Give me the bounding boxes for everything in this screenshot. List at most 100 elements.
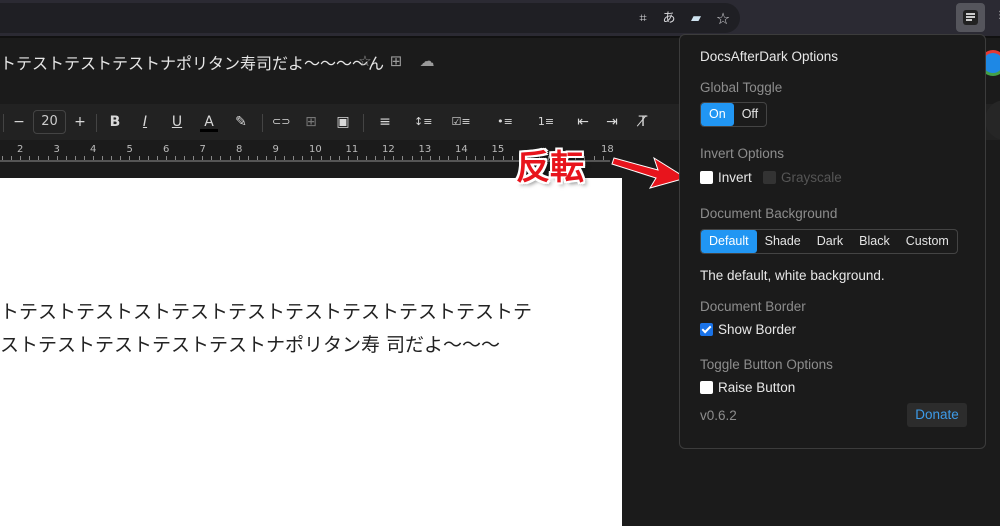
ruler-tick — [393, 156, 395, 160]
ruler-number: 2 — [17, 144, 24, 155]
raise-button-checkbox-row[interactable]: Raise Button — [700, 380, 795, 395]
document-body[interactable]: トテストテストストテストテストテストテストテストテストテ ストテストテストテスト… — [0, 296, 532, 362]
ruler-tick — [466, 156, 468, 160]
qr-code-icon[interactable]: ⌗ — [635, 11, 651, 27]
ruler-tick — [302, 156, 304, 160]
global-toggle-control: On Off — [700, 102, 768, 127]
ruler-tick — [457, 156, 458, 160]
bookmark-star-icon[interactable]: ☆ — [715, 11, 731, 27]
ruler-tick — [584, 156, 586, 160]
background-custom[interactable]: Custom — [898, 230, 957, 253]
ruler-tick — [447, 156, 449, 160]
move-folder-icon[interactable]: ⊞ — [387, 52, 405, 70]
document-title[interactable]: トテストテストテストナポリタン寿司だよ〜〜〜〜ん — [0, 50, 384, 74]
increase-font-size-button[interactable]: + — [73, 112, 87, 132]
increase-indent-button[interactable]: ⇥ — [604, 112, 620, 132]
checklist-button[interactable]: ☑≡ — [446, 112, 476, 132]
raise-button-checkbox[interactable] — [700, 381, 713, 394]
align-button[interactable]: ≡ — [372, 112, 398, 132]
ruler-tick — [402, 156, 404, 160]
ruler-number: 11 — [345, 144, 359, 155]
ruler-tick — [93, 156, 94, 160]
global-toggle-label: Global Toggle — [700, 80, 783, 95]
ruler-number: 4 — [90, 144, 97, 155]
ruler-tick — [193, 156, 195, 160]
ruler-tick — [147, 156, 149, 160]
italic-button[interactable]: I — [138, 112, 152, 132]
body-line: トテストテストストテストテストテストテストテストテストテ — [0, 301, 533, 323]
browser-menu-icon[interactable]: ⋮ — [995, 10, 1000, 24]
numbered-list-button[interactable]: 1≡ — [531, 112, 561, 132]
global-toggle-off[interactable]: Off — [734, 103, 766, 126]
show-border-label: Show Border — [718, 322, 797, 337]
ruler-tick — [174, 156, 176, 160]
ruler-tick — [375, 156, 377, 160]
star-icon[interactable]: ☆ — [356, 52, 374, 70]
invert-options-label: Invert Options — [700, 146, 785, 161]
ruler-number: 6 — [163, 144, 170, 155]
ruler-tick — [156, 156, 158, 160]
ruler-tick — [38, 156, 40, 160]
grayscale-checkbox — [763, 171, 776, 184]
reader-mode-icon[interactable]: ▰ — [688, 11, 704, 27]
version-label: v0.6.2 — [700, 408, 737, 423]
ruler-tick — [129, 156, 131, 160]
ruler-tick — [356, 156, 358, 160]
clear-formatting-button[interactable]: T̸ — [635, 112, 651, 132]
bulleted-list-button[interactable]: •≡ — [490, 112, 520, 132]
ruler-tick — [238, 156, 240, 160]
ruler-tick — [384, 156, 386, 160]
invert-checkbox-row[interactable]: Invert — [700, 170, 752, 185]
ruler-tick — [220, 156, 222, 160]
add-comment-button[interactable]: ⊞ — [302, 112, 320, 132]
ruler-tick — [74, 156, 76, 160]
ruler-tick — [366, 156, 367, 160]
bold-button[interactable]: B — [108, 112, 122, 132]
ruler-tick — [602, 156, 604, 160]
insert-image-button[interactable]: ▣ — [334, 112, 352, 132]
ruler-tick — [229, 156, 231, 160]
ruler-tick — [65, 156, 67, 160]
ruler-number: 3 — [53, 144, 60, 155]
decrease-font-size-button[interactable]: − — [12, 112, 26, 132]
insert-link-button[interactable]: ⊂⊃ — [272, 112, 290, 132]
docs-after-dark-extension-button[interactable] — [956, 3, 985, 32]
browser-toolbar: ⌗ あ ▰ ☆ ⋮ — [0, 0, 1000, 36]
ruler-tick — [56, 156, 58, 160]
ruler-tick — [211, 156, 213, 160]
show-border-checkbox[interactable] — [700, 323, 713, 336]
ruler-tick — [165, 156, 167, 160]
text-color-button[interactable]: A — [200, 112, 218, 132]
ruler-tick — [47, 156, 49, 160]
ruler-tick — [275, 156, 276, 160]
background-black[interactable]: Black — [851, 230, 898, 253]
translate-icon[interactable]: あ — [661, 11, 677, 27]
ruler-tick — [429, 156, 431, 160]
ruler-tick — [493, 156, 495, 160]
background-dark[interactable]: Dark — [809, 230, 851, 253]
ruler-tick — [20, 156, 22, 160]
highlight-color-button[interactable]: ✎ — [233, 112, 249, 132]
ruler-number: 12 — [382, 144, 395, 155]
ruler-number: 14 — [455, 144, 468, 155]
font-size-input[interactable]: 20 — [33, 110, 66, 134]
ruler-tick — [2, 156, 3, 160]
address-bar[interactable]: ⌗ あ ▰ ☆ — [0, 3, 740, 33]
document-background-control: Default Shade Dark Black Custom — [700, 229, 958, 254]
ruler-tick — [293, 156, 295, 160]
show-border-checkbox-row[interactable]: Show Border — [700, 322, 796, 337]
donate-button[interactable]: Donate — [907, 403, 967, 427]
ruler-tick — [338, 156, 340, 160]
global-toggle-on[interactable]: On — [701, 103, 734, 126]
background-default[interactable]: Default — [701, 230, 757, 253]
background-shade[interactable]: Shade — [757, 230, 809, 253]
cloud-saved-icon[interactable]: ☁ — [418, 52, 436, 70]
toggle-button-options-label: Toggle Button Options — [700, 357, 833, 372]
line-spacing-button[interactable]: ↕≡ — [414, 112, 432, 132]
docs-after-dark-icon — [963, 10, 978, 25]
decrease-indent-button[interactable]: ⇤ — [575, 112, 591, 132]
invert-checkbox[interactable] — [700, 171, 713, 184]
ruler-tick — [184, 156, 185, 160]
document-page[interactable]: トテストテストストテストテストテストテストテストテストテ ストテストテストテスト… — [0, 178, 622, 526]
underline-button[interactable]: U — [170, 112, 184, 132]
